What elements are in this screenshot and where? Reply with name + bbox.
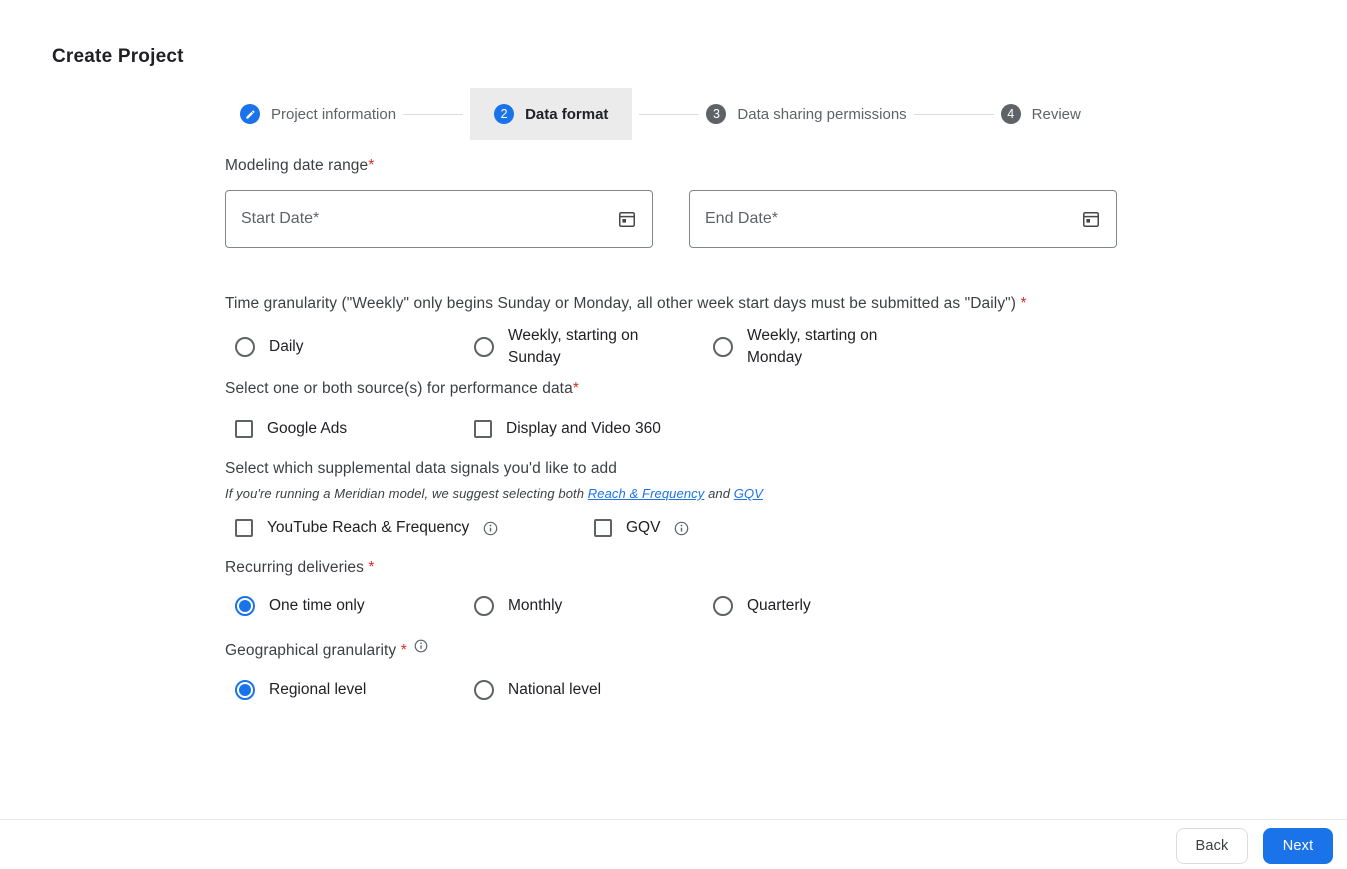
stepper-connector xyxy=(403,114,463,115)
step-review[interactable]: 4 Review xyxy=(1001,104,1081,124)
radio-weekly-sunday[interactable] xyxy=(474,337,494,357)
radio-option-daily[interactable]: Daily xyxy=(235,336,474,358)
geographical-granularity-options: Regional level National level xyxy=(225,679,1125,701)
create-project-screen: Create Project Project information 2 Dat… xyxy=(0,0,1347,869)
required-asterisk: * xyxy=(1020,295,1026,312)
required-asterisk: * xyxy=(573,380,579,397)
radio-option-regional-level[interactable]: Regional level xyxy=(235,679,474,701)
supplemental-signals-options: YouTube Reach & Frequency GQV xyxy=(225,517,1125,539)
end-date-input[interactable] xyxy=(690,191,1116,247)
step-1-circle xyxy=(240,104,260,124)
date-range-row xyxy=(225,190,1125,248)
supplemental-signals-label: Select which supplemental data signals y… xyxy=(225,460,1125,478)
required-asterisk: * xyxy=(368,559,374,576)
radio-option-quarterly[interactable]: Quarterly xyxy=(713,595,952,617)
checkbox-google-ads[interactable] xyxy=(235,420,253,438)
radio-one-time-only-label: One time only xyxy=(269,595,365,617)
step-project-information[interactable]: Project information xyxy=(240,104,396,124)
radio-option-national-level[interactable]: National level xyxy=(474,679,713,701)
radio-weekly-monday-label: Weekly, starting on Monday xyxy=(747,325,907,369)
gqv-info-icon[interactable] xyxy=(674,521,689,536)
reach-frequency-link[interactable]: Reach & Frequency xyxy=(588,486,705,501)
radio-quarterly[interactable] xyxy=(713,596,733,616)
checkbox-option-gqv[interactable]: GQV xyxy=(594,517,833,539)
radio-quarterly-label: Quarterly xyxy=(747,595,811,617)
checkbox-option-youtube-reach-frequency[interactable]: YouTube Reach & Frequency xyxy=(235,517,594,539)
step-3-circle: 3 xyxy=(706,104,726,124)
calendar-icon xyxy=(617,209,637,229)
youtube-reach-frequency-info-icon[interactable] xyxy=(483,521,498,536)
calendar-icon xyxy=(1081,209,1101,229)
supplemental-signals-hint: If you're running a Meridian model, we s… xyxy=(225,486,1125,501)
required-asterisk: * xyxy=(368,157,374,174)
checkbox-gqv[interactable] xyxy=(594,519,612,537)
page-title: Create Project xyxy=(52,46,184,68)
radio-daily-label: Daily xyxy=(269,336,303,358)
step-3-label: Data sharing permissions xyxy=(737,106,906,123)
radio-weekly-sunday-label: Weekly, starting on Sunday xyxy=(508,325,668,369)
end-date-field[interactable] xyxy=(689,190,1117,248)
step-data-format[interactable]: 2 Data format xyxy=(470,88,632,140)
stepper-connector xyxy=(914,114,994,115)
checkbox-option-display-video-360[interactable]: Display and Video 360 xyxy=(474,418,713,440)
step-1-label: Project information xyxy=(271,106,396,123)
checkbox-display-video-360-label: Display and Video 360 xyxy=(506,418,661,440)
start-date-input[interactable] xyxy=(226,191,652,247)
geographical-granularity-info-icon[interactable] xyxy=(414,639,428,653)
back-button[interactable]: Back xyxy=(1176,828,1248,864)
checkbox-option-google-ads[interactable]: Google Ads xyxy=(235,418,474,440)
performance-sources-options: Google Ads Display and Video 360 xyxy=(225,418,1125,440)
step-2-label: Data format xyxy=(525,106,608,123)
time-granularity-label: Time granularity ("Weekly" only begins S… xyxy=(225,290,1120,317)
radio-regional-level-label: Regional level xyxy=(269,679,366,701)
radio-national-level[interactable] xyxy=(474,680,494,700)
step-4-circle: 4 xyxy=(1001,104,1021,124)
radio-monthly-label: Monthly xyxy=(508,595,562,617)
modeling-date-range-label: Modeling date range* xyxy=(225,157,1125,175)
radio-option-weekly-sunday[interactable]: Weekly, starting on Sunday xyxy=(474,325,713,369)
radio-national-level-label: National level xyxy=(508,679,601,701)
geographical-granularity-label: Geographical granularity * xyxy=(225,639,1125,660)
required-asterisk: * xyxy=(401,642,407,659)
gqv-link[interactable]: GQV xyxy=(734,486,763,501)
start-date-field[interactable] xyxy=(225,190,653,248)
time-granularity-options: Daily Weekly, starting on Sunday Weekly,… xyxy=(225,325,1125,369)
checkbox-gqv-label: GQV xyxy=(626,517,660,539)
edit-icon xyxy=(245,109,256,120)
checkbox-youtube-reach-frequency[interactable] xyxy=(235,519,253,537)
performance-sources-label: Select one or both source(s) for perform… xyxy=(225,380,1125,398)
radio-option-monthly[interactable]: Monthly xyxy=(474,595,713,617)
stepper-connector xyxy=(639,114,699,115)
step-2-circle: 2 xyxy=(494,104,514,124)
data-format-form: Modeling date range* Time granul xyxy=(225,148,1125,701)
radio-regional-level[interactable] xyxy=(235,680,255,700)
end-date-calendar-button[interactable] xyxy=(1076,204,1106,234)
checkbox-youtube-reach-frequency-label: YouTube Reach & Frequency xyxy=(267,517,469,539)
recurring-deliveries-label: Recurring deliveries * xyxy=(225,559,1125,577)
radio-one-time-only[interactable] xyxy=(235,596,255,616)
next-button[interactable]: Next xyxy=(1263,828,1333,864)
radio-monthly[interactable] xyxy=(474,596,494,616)
radio-option-one-time-only[interactable]: One time only xyxy=(235,595,474,617)
checkbox-display-video-360[interactable] xyxy=(474,420,492,438)
step-data-sharing-permissions[interactable]: 3 Data sharing permissions xyxy=(706,104,906,124)
step-4-label: Review xyxy=(1032,106,1081,123)
checkbox-google-ads-label: Google Ads xyxy=(267,418,347,440)
radio-daily[interactable] xyxy=(235,337,255,357)
recurring-deliveries-options: One time only Monthly Quarterly xyxy=(225,595,1125,617)
radio-option-weekly-monday[interactable]: Weekly, starting on Monday xyxy=(713,325,952,369)
start-date-calendar-button[interactable] xyxy=(612,204,642,234)
stepper: Project information 2 Data format 3 Data… xyxy=(240,88,1081,140)
wizard-footer: Back Next xyxy=(0,819,1347,869)
radio-weekly-monday[interactable] xyxy=(713,337,733,357)
